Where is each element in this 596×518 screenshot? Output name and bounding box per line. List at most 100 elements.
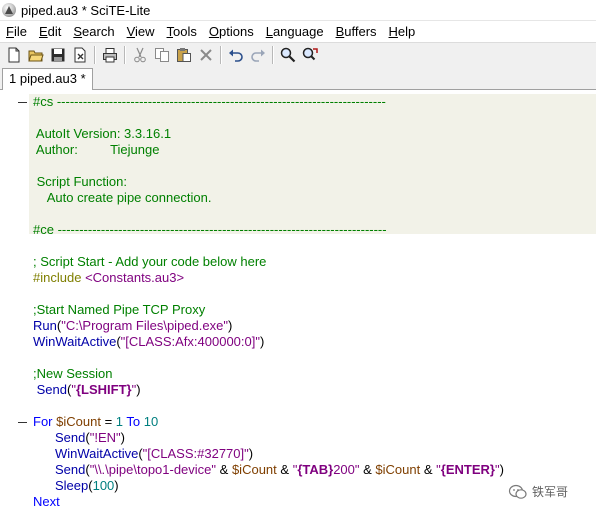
lshift-macro: {LSHIFT}: [75, 382, 132, 397]
code-line: ;New Session: [0, 366, 112, 382]
undo-icon[interactable]: [225, 45, 247, 65]
code-line: WinWaitActive("[CLASS:Afx:400000:0]"): [33, 334, 265, 349]
enter-macro: {ENTER}: [440, 462, 495, 477]
copy-icon[interactable]: [151, 45, 173, 65]
tab-strip: 1 piped.au3 *: [0, 67, 596, 90]
toolbar: [0, 42, 596, 68]
include-keyword: #include: [33, 270, 82, 285]
code-line: ; Script Start - Add your code below her…: [0, 254, 266, 270]
close-file-icon[interactable]: [69, 45, 91, 65]
watermark-text: 铁军哥: [532, 485, 569, 499]
menu-help[interactable]: Help: [383, 24, 422, 39]
menu-view[interactable]: View: [121, 24, 161, 39]
code-line: #include <Constants.au3>: [0, 270, 184, 286]
start-pipe-comment: ;Start Named Pipe TCP Proxy: [33, 302, 206, 317]
redo-icon[interactable]: [247, 45, 269, 65]
sleep-argument: 100: [92, 478, 115, 493]
scite-app-icon[interactable]: [2, 3, 16, 17]
delete-icon[interactable]: [195, 45, 217, 65]
code-line: Run("C:\Program Files\piped.exe"): [33, 318, 233, 333]
cut-icon[interactable]: [129, 45, 151, 65]
new-file-icon[interactable]: [3, 45, 25, 65]
code-line: #cs ------------------------------------…: [0, 94, 386, 110]
menu-language[interactable]: Language: [260, 24, 330, 39]
menu-edit[interactable]: Edit: [33, 24, 67, 39]
winwaitactive-function: WinWaitActive: [55, 446, 139, 461]
concat-operator: &: [423, 462, 433, 477]
author-line: Author: Tiejunge: [33, 142, 160, 157]
menu-options[interactable]: Options: [203, 24, 260, 39]
pipe-path-string: "\\.\pipe\topo1-device": [89, 462, 217, 477]
code-line: Send("!EN"): [55, 430, 125, 445]
loop-end: 10: [143, 414, 159, 429]
wechat-logo-icon: [508, 484, 527, 499]
send-function: Send: [55, 462, 86, 477]
menu-tools[interactable]: Tools: [161, 24, 203, 39]
toolbar-separator: [94, 46, 96, 64]
include-file: <Constants.au3>: [85, 270, 185, 285]
code-line: Script Function:: [0, 174, 127, 190]
new-session-comment: ;New Session: [33, 366, 113, 381]
ce-close-line: #ce ------------------------------------…: [33, 222, 387, 237]
for-keyword: For: [33, 414, 53, 429]
script-function-line: Script Function:: [33, 174, 127, 189]
to-keyword: To: [126, 414, 141, 429]
code-line: AutoIt Version: 3.3.16.1: [0, 126, 171, 142]
paste-icon[interactable]: [173, 45, 195, 65]
menu-buffers[interactable]: Buffers: [330, 24, 383, 39]
run-argument: "C:\Program Files\piped.exe": [61, 318, 228, 333]
tab-piped-au3[interactable]: 1 piped.au3 *: [2, 68, 93, 90]
send-en-argument: "!EN": [89, 430, 121, 445]
menu-search[interactable]: Search: [67, 24, 120, 39]
script-start-comment: ; Script Start - Add your code below her…: [33, 254, 267, 269]
menu-bar: File Edit Search View Tools Options Language Bu…: [0, 21, 596, 41]
concat-operator: &: [280, 462, 290, 477]
function-desc-line: Auto create pipe connection.: [33, 190, 212, 205]
winwaitactive-argument-2: "[CLASS:#32770]": [142, 446, 249, 461]
code-line: Send("\\.\pipe\topo1-device" & $iCount &…: [55, 462, 504, 477]
toolbar-separator: [272, 46, 274, 64]
code-editor[interactable]: #cs ------------------------------------…: [0, 90, 596, 518]
code-line: Next: [0, 494, 60, 510]
concat-operator: &: [219, 462, 229, 477]
menu-file[interactable]: File: [0, 24, 33, 39]
fold-marker[interactable]: [18, 102, 27, 103]
code-line: For $iCount = 1 To 10: [0, 414, 158, 430]
winwaitactive-argument: "[CLASS:Afx:400000:0]": [120, 334, 260, 349]
print-icon[interactable]: [99, 45, 121, 65]
code-line: Sleep(100): [55, 478, 119, 493]
replace-icon[interactable]: [299, 45, 321, 65]
code-line: Auto create pipe connection.: [0, 190, 212, 206]
concat-operator: &: [363, 462, 372, 477]
sleep-function: Sleep: [55, 478, 89, 493]
autoit-version-line: AutoIt Version: 3.3.16.1: [33, 126, 172, 141]
comment-block-background: [29, 94, 596, 234]
code-line: ;Start Named Pipe TCP Proxy: [0, 302, 205, 318]
code-line: Author: Tiejunge: [0, 142, 160, 158]
str-200: 200": [333, 462, 360, 477]
cs-open-line: #cs ------------------------------------…: [33, 94, 386, 109]
title-bar: piped.au3 * SciTE-Lite: [0, 0, 596, 21]
code-line: WinWaitActive("[CLASS:#32770]"): [55, 446, 254, 461]
code-line: Send("{LSHIFT}"): [36, 382, 141, 397]
send-function: Send: [36, 382, 67, 397]
loop-start: 1: [115, 414, 124, 429]
window-title: piped.au3 * SciTE-Lite: [21, 2, 151, 18]
code-line: #ce ------------------------------------…: [0, 222, 387, 238]
assign-operator: =: [104, 414, 113, 429]
fold-marker[interactable]: [18, 422, 27, 423]
winwaitactive-function: WinWaitActive: [33, 334, 117, 349]
next-keyword: Next: [33, 494, 60, 509]
icount-variable: $iCount: [56, 414, 101, 429]
icount-variable: $iCount: [231, 462, 277, 477]
run-function: Run: [33, 318, 57, 333]
toolbar-separator: [220, 46, 222, 64]
send-function: Send: [55, 430, 86, 445]
tab-macro: {TAB}: [297, 462, 334, 477]
icount-variable: $iCount: [375, 462, 421, 477]
watermark: 铁军哥: [508, 483, 568, 500]
open-folder-icon[interactable]: [25, 45, 47, 65]
find-icon[interactable]: [277, 45, 299, 65]
save-icon[interactable]: [47, 45, 69, 65]
toolbar-separator: [124, 46, 126, 64]
